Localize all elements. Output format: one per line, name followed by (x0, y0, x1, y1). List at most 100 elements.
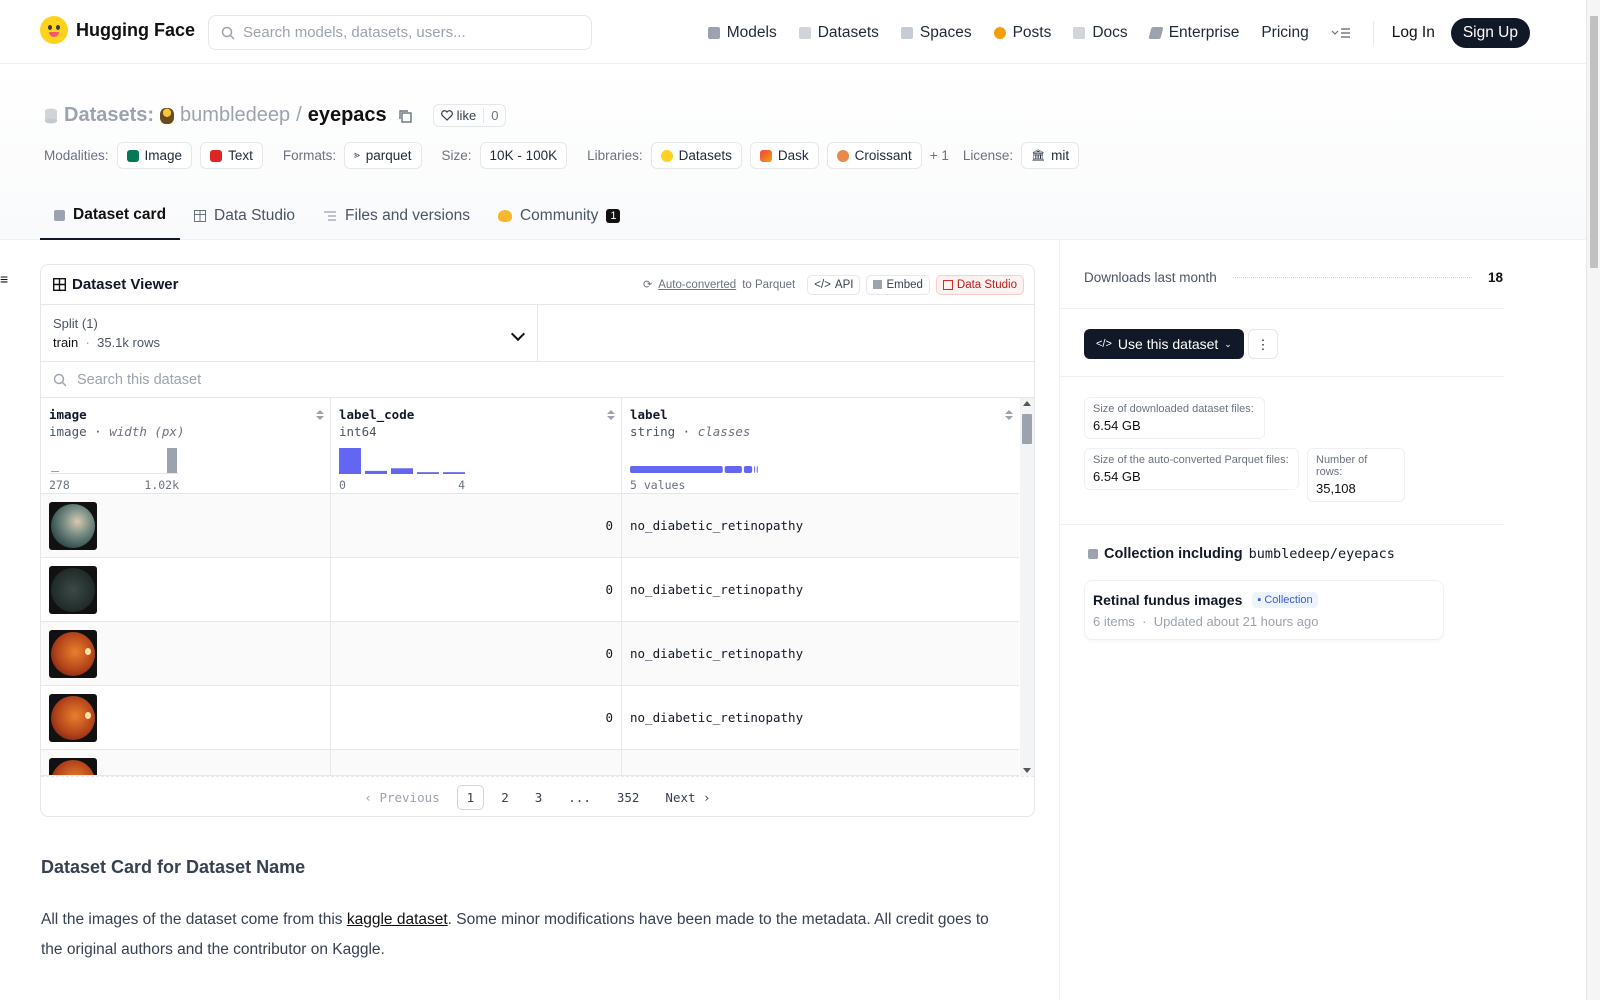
sort-icon[interactable] (316, 410, 324, 422)
cell-image[interactable] (41, 686, 331, 749)
use-this-dataset-button[interactable]: </> Use this dataset ⌄ (1084, 329, 1244, 359)
table-row[interactable]: 0 no_diabetic_retinopathy (41, 558, 1019, 622)
page-scroll-thumb[interactable] (1590, 16, 1598, 268)
menu-list-icon (1331, 28, 1350, 38)
nav-posts[interactable]: Posts (993, 24, 1051, 42)
table-row[interactable]: 0 no_diabetic_retinopathy (41, 686, 1019, 750)
column-image-header[interactable]: image image · width (px) 278 1.02k (41, 398, 331, 493)
table-row[interactable]: 0 no_diabetic_retinopathy (41, 494, 1019, 558)
refresh-icon: ⟳ (642, 279, 653, 291)
tag-size[interactable]: 10K - 100K (479, 142, 568, 169)
tag-format-parquet[interactable]: ⪢ parquet (344, 142, 422, 169)
more-options-button[interactable]: ⋮ (1248, 329, 1278, 359)
table-scroll-thumb[interactable] (1022, 414, 1032, 444)
table-row[interactable]: 0 no_diabetic_retinopathy (41, 622, 1019, 686)
tag-library-croissant[interactable]: Croissant (826, 142, 922, 169)
cell-image[interactable] (41, 494, 331, 557)
table-scrollbar[interactable] (1020, 398, 1034, 776)
tag-modality-image[interactable]: Image (116, 142, 193, 169)
modalities-label: Modalities: (44, 148, 109, 163)
class-segment (756, 466, 758, 473)
page-2-button[interactable]: 2 (492, 786, 518, 809)
api-button[interactable]: </> API (807, 274, 861, 295)
fundus-image-thumbnail[interactable] (49, 629, 97, 678)
collection-repo: bumbledeep/eyepacs (1248, 546, 1395, 562)
data-studio-button[interactable]: Data Studio (935, 274, 1024, 295)
scroll-down-arrow-icon[interactable] (1023, 768, 1031, 773)
nav-datasets[interactable]: Datasets (798, 24, 879, 42)
split-value: train · 35.1k rows (53, 335, 525, 350)
tag-library-dask[interactable]: Dask (749, 142, 819, 169)
embed-label: Embed (886, 278, 923, 291)
embed-button[interactable]: Embed (866, 274, 930, 295)
last-page-button[interactable]: 352 (608, 786, 649, 809)
label-value: no_diabetic_retinopathy (630, 518, 804, 533)
stat-label: Size of downloaded dataset files: (1093, 403, 1254, 415)
column-label-code-header[interactable]: label_code int64 04 (331, 398, 622, 493)
sidebar-toggle-icon[interactable]: ≡ (0, 271, 8, 287)
nav-enterprise[interactable]: Enterprise (1148, 24, 1239, 42)
collection-card[interactable]: Retinal fundus images ▪ Collection 6 ite… (1084, 580, 1444, 640)
tab-files-and-versions[interactable]: Files and versions (309, 192, 484, 240)
cell-image[interactable] (41, 622, 331, 685)
tab-data-studio[interactable]: Data Studio (180, 192, 309, 240)
copy-icon[interactable] (397, 108, 413, 124)
column-subtype: classes (697, 424, 751, 439)
tab-community[interactable]: Community 1 (484, 192, 635, 240)
sort-icon[interactable] (1005, 410, 1013, 422)
tag-license[interactable]: 🏛 mit (1021, 142, 1080, 169)
stat-value: 35,108 (1316, 481, 1356, 496)
fundus-image-thumbnail[interactable] (49, 501, 97, 550)
fundus-image-thumbnail[interactable] (49, 565, 97, 614)
sort-icon[interactable] (607, 410, 615, 422)
column-type-row: string · classes (630, 424, 751, 439)
collection-name: Retinal fundus images (1093, 592, 1243, 608)
to-parquet-text: to Parquet (742, 278, 796, 291)
nav-spaces[interactable]: Spaces (900, 24, 972, 42)
fundus-image-thumbnail[interactable] (49, 758, 97, 775)
next-page-button[interactable]: Next › (656, 786, 719, 809)
nav-docs[interactable]: Docs (1073, 24, 1128, 42)
kaggle-dataset-link[interactable]: kaggle dataset (347, 911, 448, 928)
tag-dask-label: Dask (777, 148, 809, 163)
collection-items: 6 items (1093, 614, 1135, 629)
nav-spaces-label: Spaces (919, 24, 972, 41)
like-button[interactable]: like 0 (432, 104, 507, 127)
column-label-header[interactable]: label string · classes 5 values (622, 398, 1019, 493)
owner-avatar (160, 107, 175, 124)
nav-more-menu[interactable] (1331, 27, 1351, 39)
nav-models[interactable]: Models (707, 24, 777, 42)
pagination: ‹ Previous 1 2 3 ... 352 Next › (41, 776, 1034, 816)
brand-logo[interactable]: Hugging Face (40, 16, 195, 44)
hugging-face-logo-icon (40, 16, 68, 44)
split-dropdown[interactable]: Split (1) train · 35.1k rows (41, 305, 538, 361)
page-1-button[interactable]: 1 (456, 784, 485, 810)
collection-badge: ▪ Collection (1252, 592, 1318, 608)
table-row[interactable] (41, 750, 1019, 776)
libraries-more[interactable]: + 1 (930, 148, 949, 163)
signup-button[interactable]: Sign Up (1450, 18, 1530, 48)
tag-image-label: Image (144, 148, 183, 163)
cell-image[interactable] (41, 558, 331, 621)
page-3-button[interactable]: 3 (526, 786, 552, 809)
fundus-image-thumbnail[interactable] (49, 693, 97, 742)
auto-converted-link[interactable]: Auto-converted (658, 279, 736, 291)
sidebar-divider (1060, 308, 1504, 309)
data-studio-icon (942, 279, 953, 290)
nav-pricing[interactable]: Pricing (1261, 24, 1308, 42)
tag-library-datasets[interactable]: Datasets (650, 142, 742, 169)
tab-dataset-card[interactable]: Dataset card (40, 192, 181, 240)
dataset-search-input[interactable]: Search this dataset (41, 362, 1034, 398)
owner-link[interactable]: bumbledeep (180, 104, 290, 127)
collection-updated: Updated about 21 hours ago (1153, 614, 1319, 629)
dataset-name[interactable]: eyepacs (308, 104, 387, 127)
dotted-leader (1232, 277, 1472, 278)
login-link[interactable]: Log In (1392, 24, 1435, 42)
page-scrollbar[interactable] (1586, 0, 1600, 1000)
previous-page-button[interactable]: ‹ Previous (355, 786, 448, 809)
tag-modality-text[interactable]: Text (200, 142, 263, 169)
cell-image[interactable] (41, 750, 331, 775)
global-search-input[interactable]: Search models, datasets, users... (208, 15, 592, 50)
scroll-up-arrow-icon[interactable] (1023, 401, 1031, 406)
search-placeholder: Search models, datasets, users... (243, 24, 466, 41)
